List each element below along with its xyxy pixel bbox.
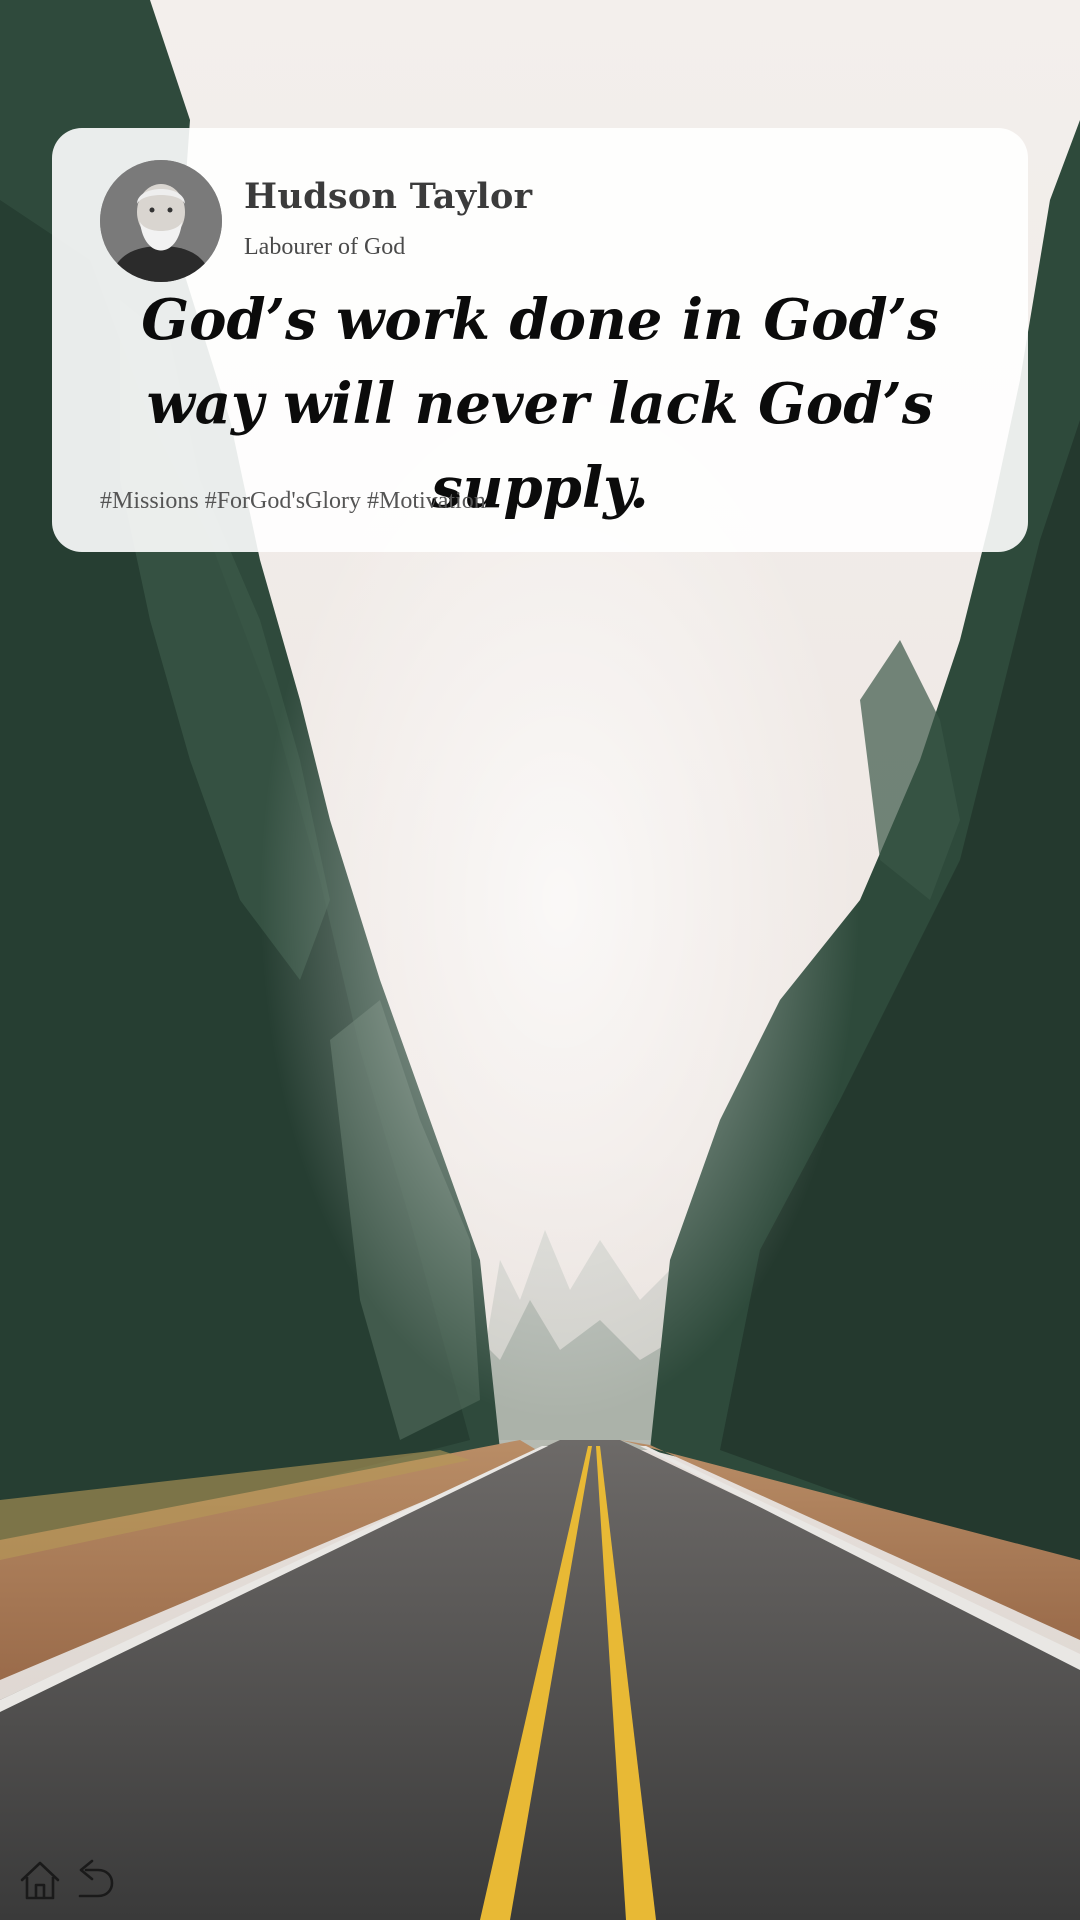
author-avatar [100,160,222,282]
home-icon [20,1861,60,1900]
quote-screen: Hudson Taylor Labourer of God God’s work… [0,0,1080,1920]
back-button[interactable] [72,1856,116,1900]
author-role: Labourer of God [244,234,406,260]
hashtags[interactable]: #Missions #ForGod'sGlory #Motivation [100,488,486,515]
author-name: Hudson Taylor [244,176,533,217]
quote-card: Hudson Taylor Labourer of God God’s work… [52,128,1028,552]
back-arrow-icon [78,1859,114,1898]
home-button[interactable] [18,1858,62,1902]
